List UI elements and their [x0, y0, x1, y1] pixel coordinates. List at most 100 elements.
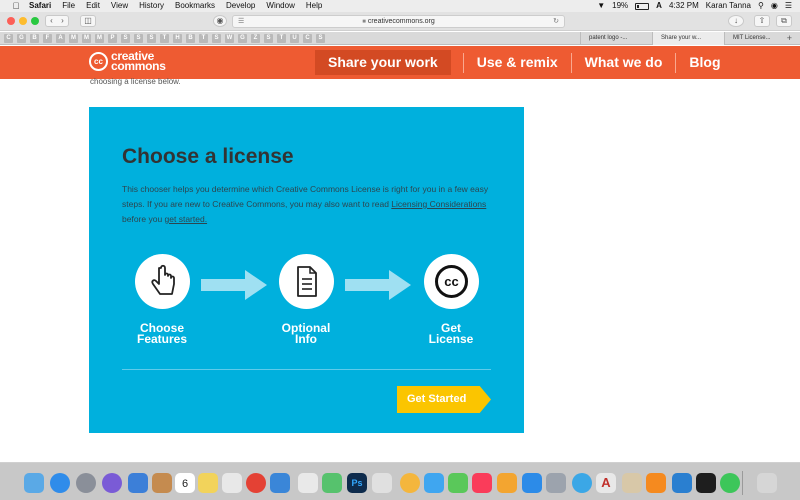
favorite-icon[interactable]: B	[30, 33, 39, 43]
spotlight-icon[interactable]: ⚲	[758, 0, 764, 12]
nav-use-remix[interactable]: Use & remix	[464, 50, 571, 75]
favorite-icon[interactable]: S	[264, 33, 273, 43]
favorite-icon[interactable]: U	[290, 33, 299, 43]
favorite-icon[interactable]: W	[225, 33, 234, 43]
favorite-icon[interactable]: C	[4, 33, 13, 43]
reader-mode-icon[interactable]: ☰	[238, 16, 244, 27]
launchpad-icon[interactable]	[76, 473, 96, 493]
favorite-icon[interactable]: T	[160, 33, 169, 43]
menu-history[interactable]: History	[139, 0, 164, 12]
favorite-icon[interactable]: M	[82, 33, 91, 43]
favorite-icon[interactable]: P	[108, 33, 117, 43]
notes-icon[interactable]	[198, 473, 218, 493]
keynote-icon[interactable]	[270, 473, 290, 493]
nav-blog[interactable]: Blog	[676, 50, 733, 75]
numbers-icon[interactable]	[322, 473, 342, 493]
books-icon[interactable]	[497, 473, 517, 493]
favorite-icon[interactable]: S	[316, 33, 325, 43]
photoshop-icon[interactable]: Ps	[347, 473, 367, 493]
tab-share-your-work[interactable]: Share your w...	[652, 32, 724, 45]
forward-icon[interactable]: ›	[57, 16, 68, 26]
favorite-icon[interactable]: Z	[251, 33, 260, 43]
whatsapp-icon[interactable]	[720, 473, 740, 493]
cc-logo[interactable]: cc creative commons	[89, 50, 166, 72]
favorite-icon[interactable]: G	[17, 33, 26, 43]
favorite-icon[interactable]: M	[69, 33, 78, 43]
menu-file[interactable]: File	[62, 0, 75, 12]
app-store-icon[interactable]	[522, 473, 542, 493]
contacts-icon[interactable]	[152, 473, 172, 493]
finder-icon[interactable]	[24, 473, 44, 493]
favorite-icon[interactable]: S	[147, 33, 156, 43]
firefox-icon[interactable]	[646, 473, 666, 493]
battery-icon[interactable]	[635, 2, 650, 10]
tab-patent-logo[interactable]: patent logo -...	[580, 32, 652, 45]
downloads-icon[interactable]: ↓	[728, 15, 744, 27]
siri-icon[interactable]: ◉	[771, 0, 778, 12]
favorite-icon[interactable]: S	[121, 33, 130, 43]
chrome-icon[interactable]	[246, 473, 266, 493]
safari-icon[interactable]	[50, 473, 70, 493]
menubar-clock[interactable]: 4:32 PM	[669, 0, 699, 12]
favorite-icon[interactable]: C	[303, 33, 312, 43]
wifi-icon[interactable]: ▼	[597, 0, 605, 12]
vscode-icon[interactable]	[672, 473, 692, 493]
get-started-link[interactable]: get started.	[165, 214, 208, 224]
facetime-icon[interactable]	[448, 473, 468, 493]
get-started-button[interactable]: Get Started	[397, 386, 491, 413]
nav-what-we-do[interactable]: What we do	[572, 50, 676, 75]
messages-icon[interactable]	[424, 473, 444, 493]
menu-help[interactable]: Help	[306, 0, 322, 12]
favorite-icon[interactable]: F	[43, 33, 52, 43]
back-icon[interactable]: ‹	[46, 16, 57, 26]
textedit-icon[interactable]	[298, 473, 318, 493]
reminders-icon[interactable]	[222, 473, 242, 493]
calendar-icon[interactable]: 6	[175, 473, 195, 493]
close-window-button[interactable]	[7, 17, 15, 25]
licensing-considerations-link[interactable]: Licensing Considerations	[391, 199, 486, 209]
acrobat-icon[interactable]: A	[596, 473, 616, 493]
menu-edit[interactable]: Edit	[86, 0, 100, 12]
filezilla-icon[interactable]	[622, 473, 642, 493]
new-tab-icon[interactable]: +	[787, 32, 792, 45]
system-preferences-icon[interactable]	[546, 473, 566, 493]
nav-share-your-work[interactable]: Share your work	[315, 50, 451, 75]
favorite-icon[interactable]: A	[56, 33, 65, 43]
share-icon[interactable]: ⇧	[754, 15, 770, 27]
favorite-icon[interactable]: B	[186, 33, 195, 43]
trash-icon[interactable]	[757, 473, 777, 493]
sourcetree-icon[interactable]	[572, 473, 592, 493]
menu-app-name[interactable]: Safari	[29, 0, 51, 12]
tab-mit-license[interactable]: MIT License...	[724, 32, 796, 45]
extension-icon[interactable]: ◉	[213, 15, 227, 27]
menu-window[interactable]: Window	[266, 0, 294, 12]
address-bar[interactable]: ☰ ■ creativecommons.org ↻	[232, 15, 565, 28]
siri-icon[interactable]	[102, 473, 122, 493]
preview-icon[interactable]	[372, 473, 392, 493]
reload-icon[interactable]: ↻	[553, 16, 559, 27]
favorite-icon[interactable]: T	[199, 33, 208, 43]
favorite-icon[interactable]: T	[277, 33, 286, 43]
input-source-icon[interactable]: A	[656, 0, 662, 12]
photos-icon[interactable]	[400, 473, 420, 493]
apple-menu-icon[interactable]: 	[11, 1, 21, 11]
menu-bookmarks[interactable]: Bookmarks	[175, 0, 215, 12]
notification-center-icon[interactable]: ☰	[785, 0, 792, 12]
tabs-overview-icon[interactable]: ⧉	[776, 15, 792, 27]
menu-develop[interactable]: Develop	[226, 0, 255, 12]
favorite-icon[interactable]: S	[134, 33, 143, 43]
history-nav: ‹ ›	[45, 15, 69, 27]
menu-view[interactable]: View	[111, 0, 128, 12]
music-icon[interactable]	[472, 473, 492, 493]
minimize-window-button[interactable]	[19, 17, 27, 25]
favorite-icon[interactable]: M	[95, 33, 104, 43]
sidebar-toggle-icon[interactable]: ◫	[80, 15, 96, 27]
battery-percent[interactable]: 19%	[612, 0, 628, 12]
mail-icon[interactable]	[128, 473, 148, 493]
terminal-icon[interactable]	[696, 473, 716, 493]
favorite-icon[interactable]: S	[212, 33, 221, 43]
favorite-icon[interactable]: G	[238, 33, 247, 43]
favorite-icon[interactable]: H	[173, 33, 182, 43]
menubar-user[interactable]: Karan Tanna	[706, 0, 751, 12]
fullscreen-window-button[interactable]	[31, 17, 39, 25]
